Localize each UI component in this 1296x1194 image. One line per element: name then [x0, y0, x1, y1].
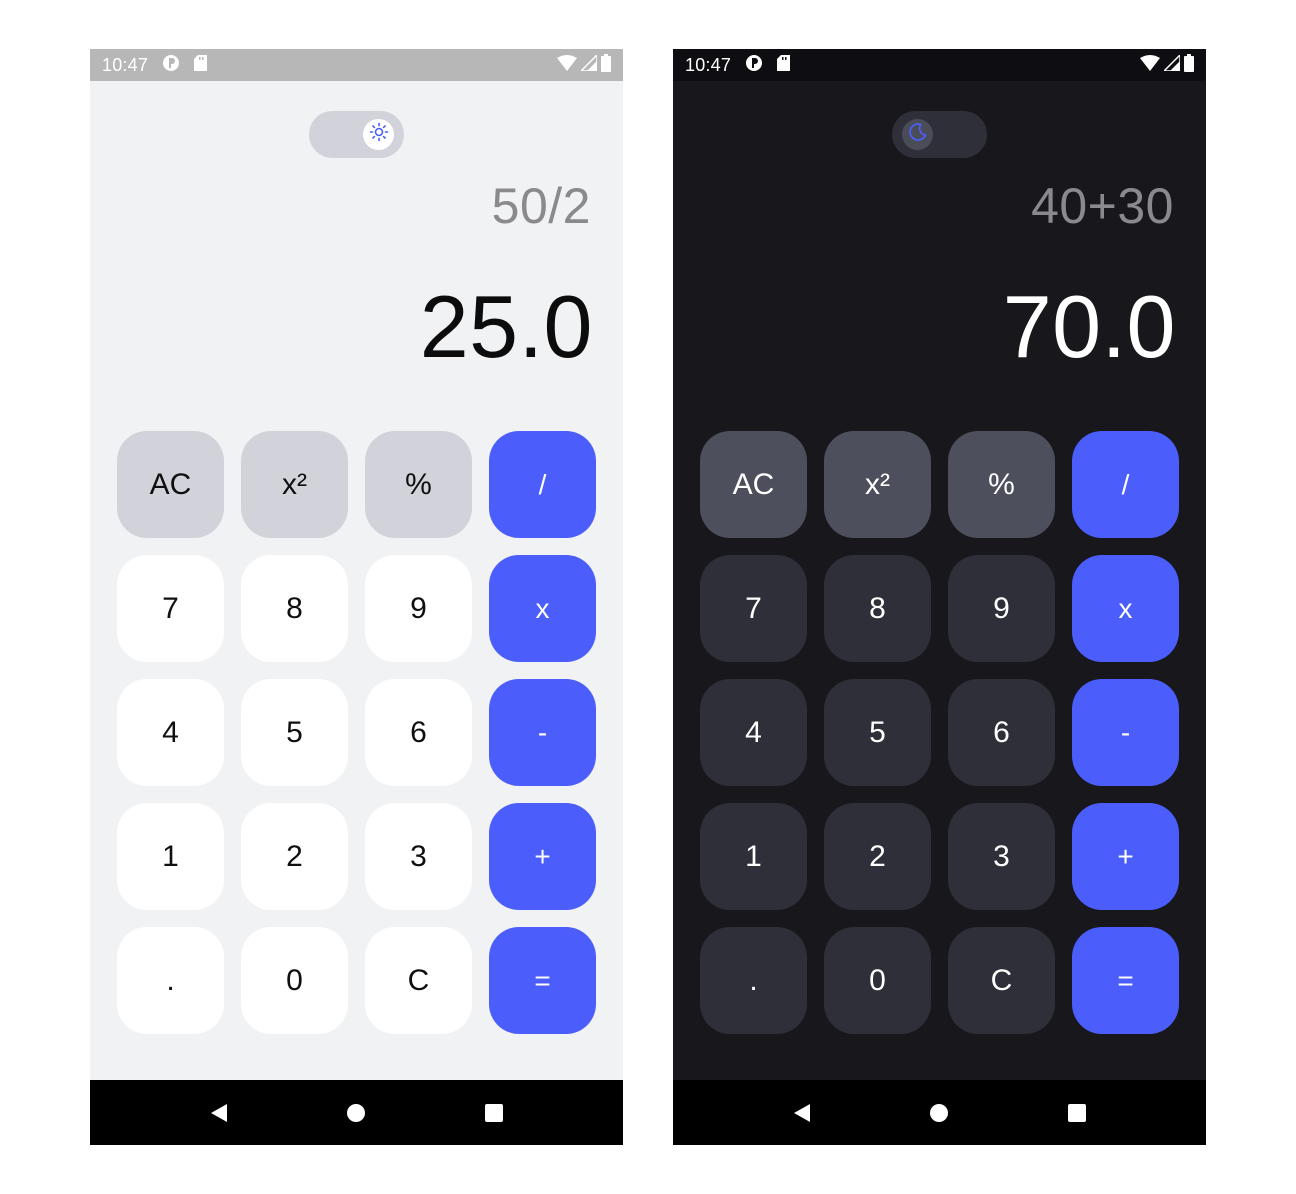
key-all-clear[interactable]: AC: [700, 431, 807, 538]
key-decimal[interactable]: .: [700, 927, 807, 1034]
status-right-icons: [1140, 52, 1194, 77]
home-icon[interactable]: [336, 1093, 376, 1133]
recents-icon[interactable]: [474, 1093, 514, 1133]
key-subtract[interactable]: -: [489, 679, 596, 786]
calculator-body: 40+30 70.0 AC x² % / 7 8 9 x 4 5 6 - 1 2…: [673, 81, 1206, 1080]
expression-display: 50/2: [491, 178, 591, 234]
status-right-icons: [557, 52, 611, 77]
key-subtract[interactable]: -: [1072, 679, 1179, 786]
key-decimal[interactable]: .: [117, 927, 224, 1034]
status-time: 10:47: [685, 54, 732, 75]
key-5[interactable]: 5: [241, 679, 348, 786]
key-1[interactable]: 1: [700, 803, 807, 910]
key-0[interactable]: 0: [241, 927, 348, 1034]
navigation-bar: [90, 1080, 623, 1145]
dark-theme-screen: 10:47 40+30 70.0 AC x² % / 7 8 9 x 4 5 6…: [673, 49, 1206, 1145]
key-percent[interactable]: %: [365, 431, 472, 538]
moon-icon: [908, 122, 928, 147]
key-square[interactable]: x²: [824, 431, 931, 538]
key-add[interactable]: +: [1072, 803, 1179, 910]
key-9[interactable]: 9: [365, 555, 472, 662]
sd-card-icon: [194, 54, 208, 76]
signal-icon: [579, 52, 598, 76]
key-all-clear[interactable]: AC: [117, 431, 224, 538]
key-add[interactable]: +: [489, 803, 596, 910]
sun-icon: [369, 122, 389, 147]
key-clear[interactable]: C: [948, 927, 1055, 1034]
key-clear[interactable]: C: [365, 927, 472, 1034]
key-0[interactable]: 0: [824, 927, 931, 1034]
key-5[interactable]: 5: [824, 679, 931, 786]
toggle-knob: [902, 119, 933, 150]
key-divide[interactable]: /: [489, 431, 596, 538]
status-time: 10:47: [102, 54, 149, 75]
recents-icon[interactable]: [1057, 1093, 1097, 1133]
key-3[interactable]: 3: [948, 803, 1055, 910]
key-6[interactable]: 6: [948, 679, 1055, 786]
navigation-bar: [673, 1080, 1206, 1145]
expression-display: 40+30: [1031, 178, 1174, 234]
key-7[interactable]: 7: [117, 555, 224, 662]
result-display: 25.0: [419, 277, 593, 376]
key-6[interactable]: 6: [365, 679, 472, 786]
signal-icon: [1162, 52, 1181, 76]
home-icon[interactable]: [919, 1093, 959, 1133]
wifi-icon: [557, 54, 577, 76]
key-square[interactable]: x²: [241, 431, 348, 538]
battery-icon: [1184, 53, 1194, 77]
key-equals[interactable]: =: [489, 927, 596, 1034]
key-1[interactable]: 1: [117, 803, 224, 910]
battery-icon: [601, 53, 611, 77]
key-9[interactable]: 9: [948, 555, 1055, 662]
theme-toggle[interactable]: [309, 111, 404, 158]
key-2[interactable]: 2: [241, 803, 348, 910]
keypad: AC x² % / 7 8 9 x 4 5 6 - 1 2 3 + . 0 C …: [117, 431, 596, 1034]
key-7[interactable]: 7: [700, 555, 807, 662]
key-3[interactable]: 3: [365, 803, 472, 910]
calculator-body: 50/2 25.0 AC x² % / 7 8 9 x 4 5 6 - 1 2 …: [90, 81, 623, 1080]
sd-card-icon: [777, 54, 791, 76]
key-2[interactable]: 2: [824, 803, 931, 910]
keypad: AC x² % / 7 8 9 x 4 5 6 - 1 2 3 + . 0 C …: [700, 431, 1179, 1034]
key-8[interactable]: 8: [824, 555, 931, 662]
key-percent[interactable]: %: [948, 431, 1055, 538]
key-8[interactable]: 8: [241, 555, 348, 662]
key-multiply[interactable]: x: [489, 555, 596, 662]
theme-toggle[interactable]: [892, 111, 987, 158]
key-divide[interactable]: /: [1072, 431, 1179, 538]
key-equals[interactable]: =: [1072, 927, 1179, 1034]
key-4[interactable]: 4: [117, 679, 224, 786]
wifi-icon: [1140, 54, 1160, 76]
notification-icon: [745, 54, 763, 77]
toggle-knob: [363, 119, 394, 150]
status-bar: 10:47: [673, 49, 1206, 81]
notification-icon: [162, 54, 180, 77]
key-4[interactable]: 4: [700, 679, 807, 786]
light-theme-screen: 10:47 50/2 25.0 AC x² % / 7 8 9 x 4 5 6 …: [90, 49, 623, 1145]
back-icon[interactable]: [199, 1093, 239, 1133]
key-multiply[interactable]: x: [1072, 555, 1179, 662]
back-icon[interactable]: [782, 1093, 822, 1133]
result-display: 70.0: [1002, 277, 1176, 376]
status-bar: 10:47: [90, 49, 623, 81]
